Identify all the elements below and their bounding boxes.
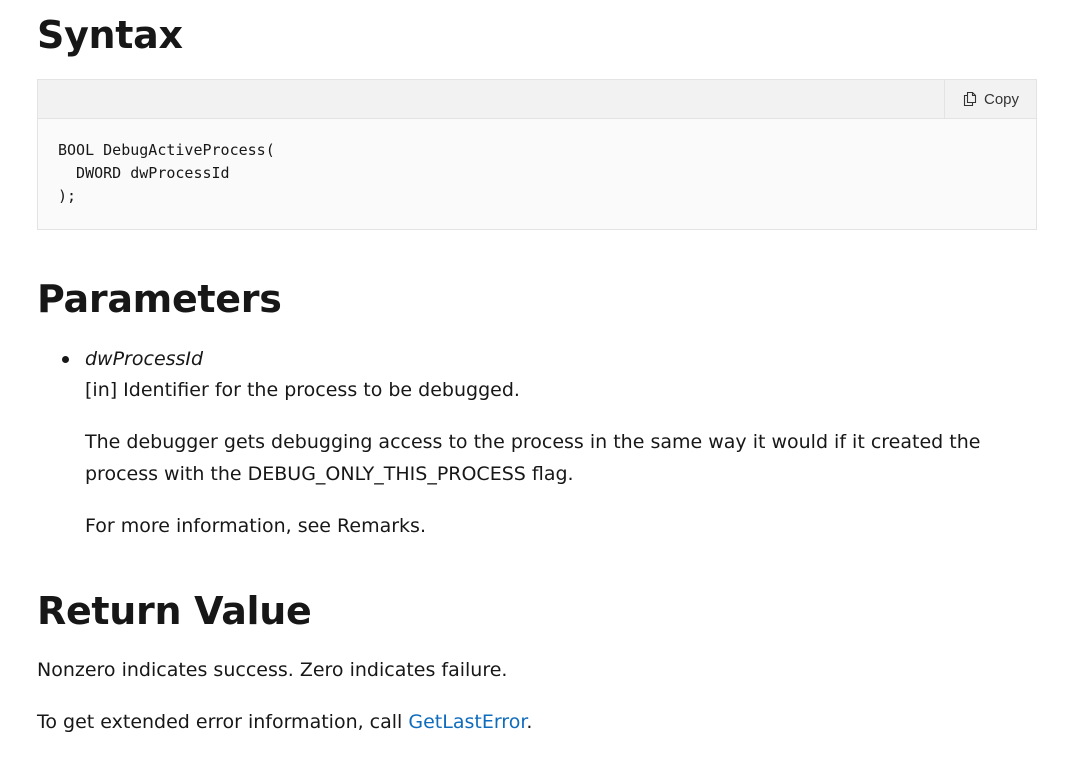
return-value-text: Nonzero indicates success. Zero indicate… <box>37 659 508 681</box>
parameter-more-info: For more information, see Remarks. <box>85 515 426 537</box>
bullet <box>62 356 69 363</box>
copy-icon <box>962 91 978 107</box>
parameter-detail: The debugger gets debugging access to th… <box>85 431 981 485</box>
error-info-suffix: . <box>526 711 533 733</box>
syntax-heading: Syntax <box>37 13 183 57</box>
code-block: Copy BOOL DebugActiveProcess( DWORD dwPr… <box>37 79 1037 230</box>
parameter-list: dwProcessId [in] Identifier for the proc… <box>37 345 1037 542</box>
error-info-text: To get extended error information, call … <box>37 706 532 738</box>
copy-button[interactable]: Copy <box>944 80 1036 118</box>
parameter-description: [in] Identifier for the process to be de… <box>85 379 520 401</box>
code-block-header: Copy <box>38 80 1036 119</box>
parameter-name: dwProcessId <box>85 348 204 370</box>
copy-label: Copy <box>983 90 1020 108</box>
error-info-prefix: To get extended error information, call <box>37 711 409 733</box>
return-value-heading: Return Value <box>37 589 312 633</box>
list-item: dwProcessId [in] Identifier for the proc… <box>37 345 1037 542</box>
parameters-heading: Parameters <box>37 277 282 321</box>
code-snippet: BOOL DebugActiveProcess( DWORD dwProcess… <box>58 141 275 205</box>
getlasterror-link[interactable]: GetLastError <box>408 711 526 733</box>
